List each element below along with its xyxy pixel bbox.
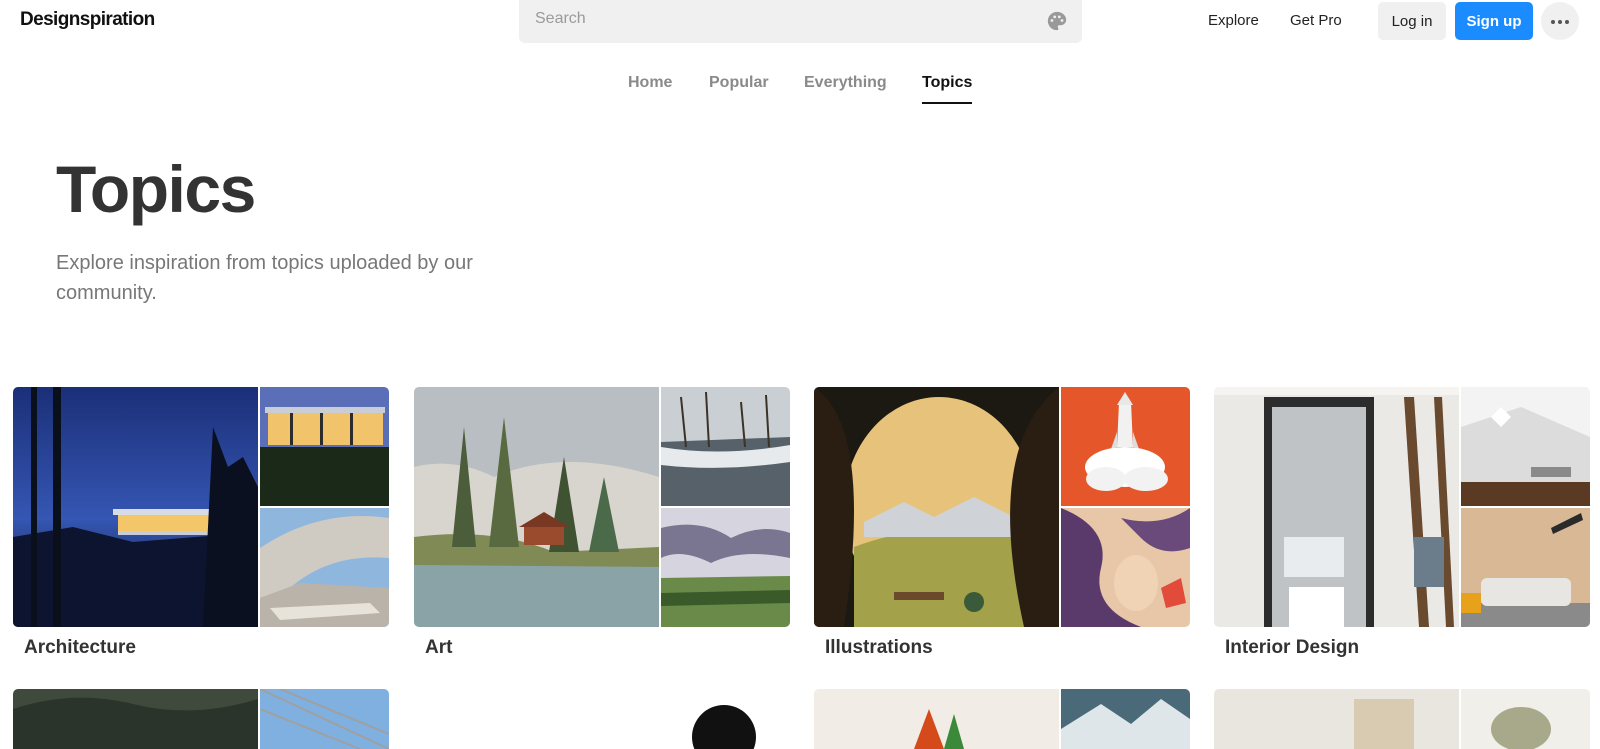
palette-icon[interactable] (1046, 10, 1068, 32)
topic-image (13, 387, 258, 627)
topic-image (414, 689, 790, 749)
topic-label[interactable]: Architecture (24, 637, 136, 659)
topic-card-interior-design[interactable]: Interior Design (1214, 387, 1590, 687)
tab-popular[interactable]: Popular (709, 74, 769, 92)
topic-image (260, 508, 389, 627)
topic-mosaic[interactable] (1214, 387, 1590, 627)
topic-image (661, 387, 790, 506)
topic-card-illustrations[interactable]: Illustrations (814, 387, 1190, 687)
topic-image (1061, 508, 1190, 627)
topic-image (1061, 689, 1190, 749)
topic-card[interactable] (414, 689, 790, 749)
top-header: Designspiration Explore Get Pro Log in S… (0, 0, 1600, 44)
search-input[interactable] (535, 8, 1015, 30)
topic-mosaic[interactable] (13, 387, 389, 627)
topic-image (1461, 508, 1590, 627)
search-bar[interactable] (519, 0, 1082, 43)
topic-card[interactable] (814, 689, 1190, 749)
active-tab-indicator (922, 102, 972, 104)
topic-image (814, 387, 1059, 627)
nav-explore[interactable]: Explore (1208, 12, 1259, 29)
tab-topics[interactable]: Topics (922, 74, 972, 92)
topic-image (1461, 387, 1590, 506)
topic-image (1214, 387, 1459, 627)
topic-image (260, 689, 389, 749)
topic-label[interactable]: Illustrations (825, 637, 933, 659)
topic-label[interactable]: Interior Design (1225, 637, 1359, 659)
topic-image (13, 689, 258, 749)
topic-image (1461, 689, 1590, 749)
tab-home[interactable]: Home (628, 74, 672, 92)
topic-image (814, 689, 1059, 749)
topic-image (260, 387, 389, 506)
site-logo[interactable]: Designspiration (20, 9, 155, 31)
page-subtitle: Explore inspiration from topics uploaded… (56, 252, 473, 304)
login-button[interactable]: Log in (1378, 2, 1446, 40)
topic-image (661, 508, 790, 627)
topic-card-art[interactable]: Art (414, 387, 790, 687)
tab-everything[interactable]: Everything (804, 74, 887, 92)
topic-image (1214, 689, 1459, 749)
topic-card[interactable] (1214, 689, 1590, 749)
signup-button[interactable]: Sign up (1455, 2, 1533, 40)
topic-image (1061, 387, 1190, 506)
topic-mosaic[interactable] (814, 387, 1190, 627)
topic-image (414, 387, 659, 627)
more-dots-icon[interactable] (1541, 2, 1579, 40)
topic-label[interactable]: Art (425, 637, 452, 659)
topic-mosaic[interactable] (414, 387, 790, 627)
nav-get-pro[interactable]: Get Pro (1290, 12, 1342, 29)
topic-card[interactable] (13, 689, 389, 749)
page-title: Topics (56, 152, 256, 226)
topic-card-architecture[interactable]: Architecture (13, 387, 389, 687)
section-tabs: Home Popular Everything Topics (0, 72, 1600, 106)
